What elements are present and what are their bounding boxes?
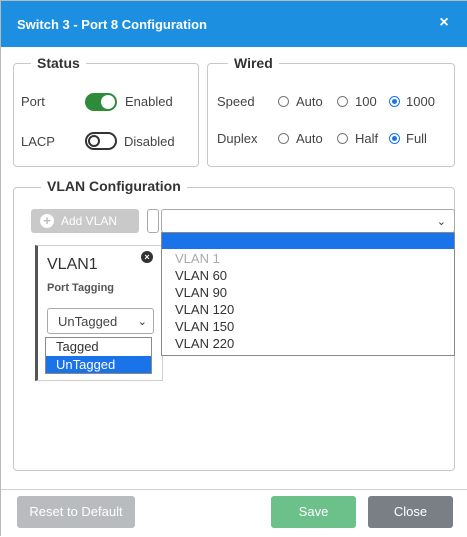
- chevron-down-icon: ⌄: [436, 216, 446, 228]
- wired-legend: Wired: [228, 55, 279, 71]
- speed-100-label: 100: [355, 94, 377, 109]
- duplex-full-radio[interactable]: [389, 133, 400, 144]
- vlan-option-60[interactable]: VLAN 60: [175, 268, 227, 283]
- lacp-toggle[interactable]: [85, 132, 117, 150]
- duplex-auto-label: Auto: [296, 131, 323, 146]
- port-configuration-dialog: Switch 3 - Port 8 Configuration × Status…: [0, 0, 467, 537]
- chevron-down-icon: ⌄: [137, 316, 147, 328]
- duplex-auto-radio[interactable]: [278, 133, 289, 144]
- speed-1000-radio[interactable]: [389, 96, 400, 107]
- port-toggle[interactable]: [85, 93, 117, 111]
- tagging-option-untagged[interactable]: UnTagged: [46, 356, 151, 373]
- vlan-option-1: VLAN 1: [175, 251, 220, 266]
- speed-label: Speed: [217, 94, 255, 109]
- remove-vlan-icon[interactable]: ×: [141, 251, 153, 263]
- toggle-knob: [101, 95, 115, 109]
- dialog-title: Switch 3 - Port 8 Configuration: [17, 17, 207, 32]
- speed-100-radio[interactable]: [337, 96, 348, 107]
- speed-auto-label: Auto: [296, 94, 323, 109]
- highlighted-blank-option[interactable]: [162, 233, 454, 249]
- save-button[interactable]: Save: [271, 496, 356, 528]
- status-group: [13, 63, 199, 167]
- vlan-select[interactable]: ⌄: [161, 209, 455, 233]
- wired-group: [207, 63, 455, 167]
- plus-icon: +: [40, 214, 54, 228]
- duplex-half-label: Half: [355, 131, 379, 146]
- dialog-footer: Reset to Default Save Close: [1, 489, 467, 537]
- port-state-text: Enabled: [125, 94, 173, 109]
- title-bar: Switch 3 - Port 8 Configuration ×: [1, 1, 467, 47]
- vlan-select-edge: [147, 209, 159, 233]
- vlan-options-list: VLAN 1 VLAN 60 VLAN 90 VLAN 120 VLAN 150…: [161, 232, 455, 356]
- port-tagging-value: UnTagged: [58, 314, 118, 329]
- add-vlan-button[interactable]: + Add VLAN: [31, 209, 139, 233]
- tagging-option-tagged[interactable]: Tagged: [46, 338, 151, 355]
- close-icon[interactable]: ×: [436, 15, 452, 31]
- lacp-label: LACP: [21, 134, 55, 149]
- duplex-half-radio[interactable]: [337, 133, 348, 144]
- vlan-option-150[interactable]: VLAN 150: [175, 319, 234, 334]
- speed-auto-radio[interactable]: [278, 96, 289, 107]
- vlan-option-120[interactable]: VLAN 120: [175, 302, 234, 317]
- port-tagging-label: Port Tagging: [47, 282, 115, 294]
- vlan-card-name: VLAN1: [47, 256, 98, 273]
- duplex-full-label: Full: [406, 131, 427, 146]
- dialog-body: Status Port Enabled LACP Disabled Wired …: [1, 47, 467, 489]
- add-vlan-label: Add VLAN: [61, 214, 118, 228]
- speed-1000-label: 1000: [406, 94, 435, 109]
- port-tagging-options: Tagged UnTagged: [45, 337, 152, 374]
- port-label: Port: [21, 94, 45, 109]
- status-legend: Status: [31, 55, 86, 71]
- vlan-option-220[interactable]: VLAN 220: [175, 336, 234, 351]
- close-button[interactable]: Close: [368, 496, 453, 528]
- toggle-knob: [88, 135, 100, 147]
- reset-to-default-button[interactable]: Reset to Default: [17, 496, 135, 528]
- vlan-legend: VLAN Configuration: [41, 178, 187, 194]
- duplex-label: Duplex: [217, 131, 258, 146]
- vlan-option-90[interactable]: VLAN 90: [175, 285, 227, 300]
- lacp-state-text: Disabled: [124, 134, 175, 149]
- port-tagging-select[interactable]: UnTagged ⌄: [47, 308, 154, 334]
